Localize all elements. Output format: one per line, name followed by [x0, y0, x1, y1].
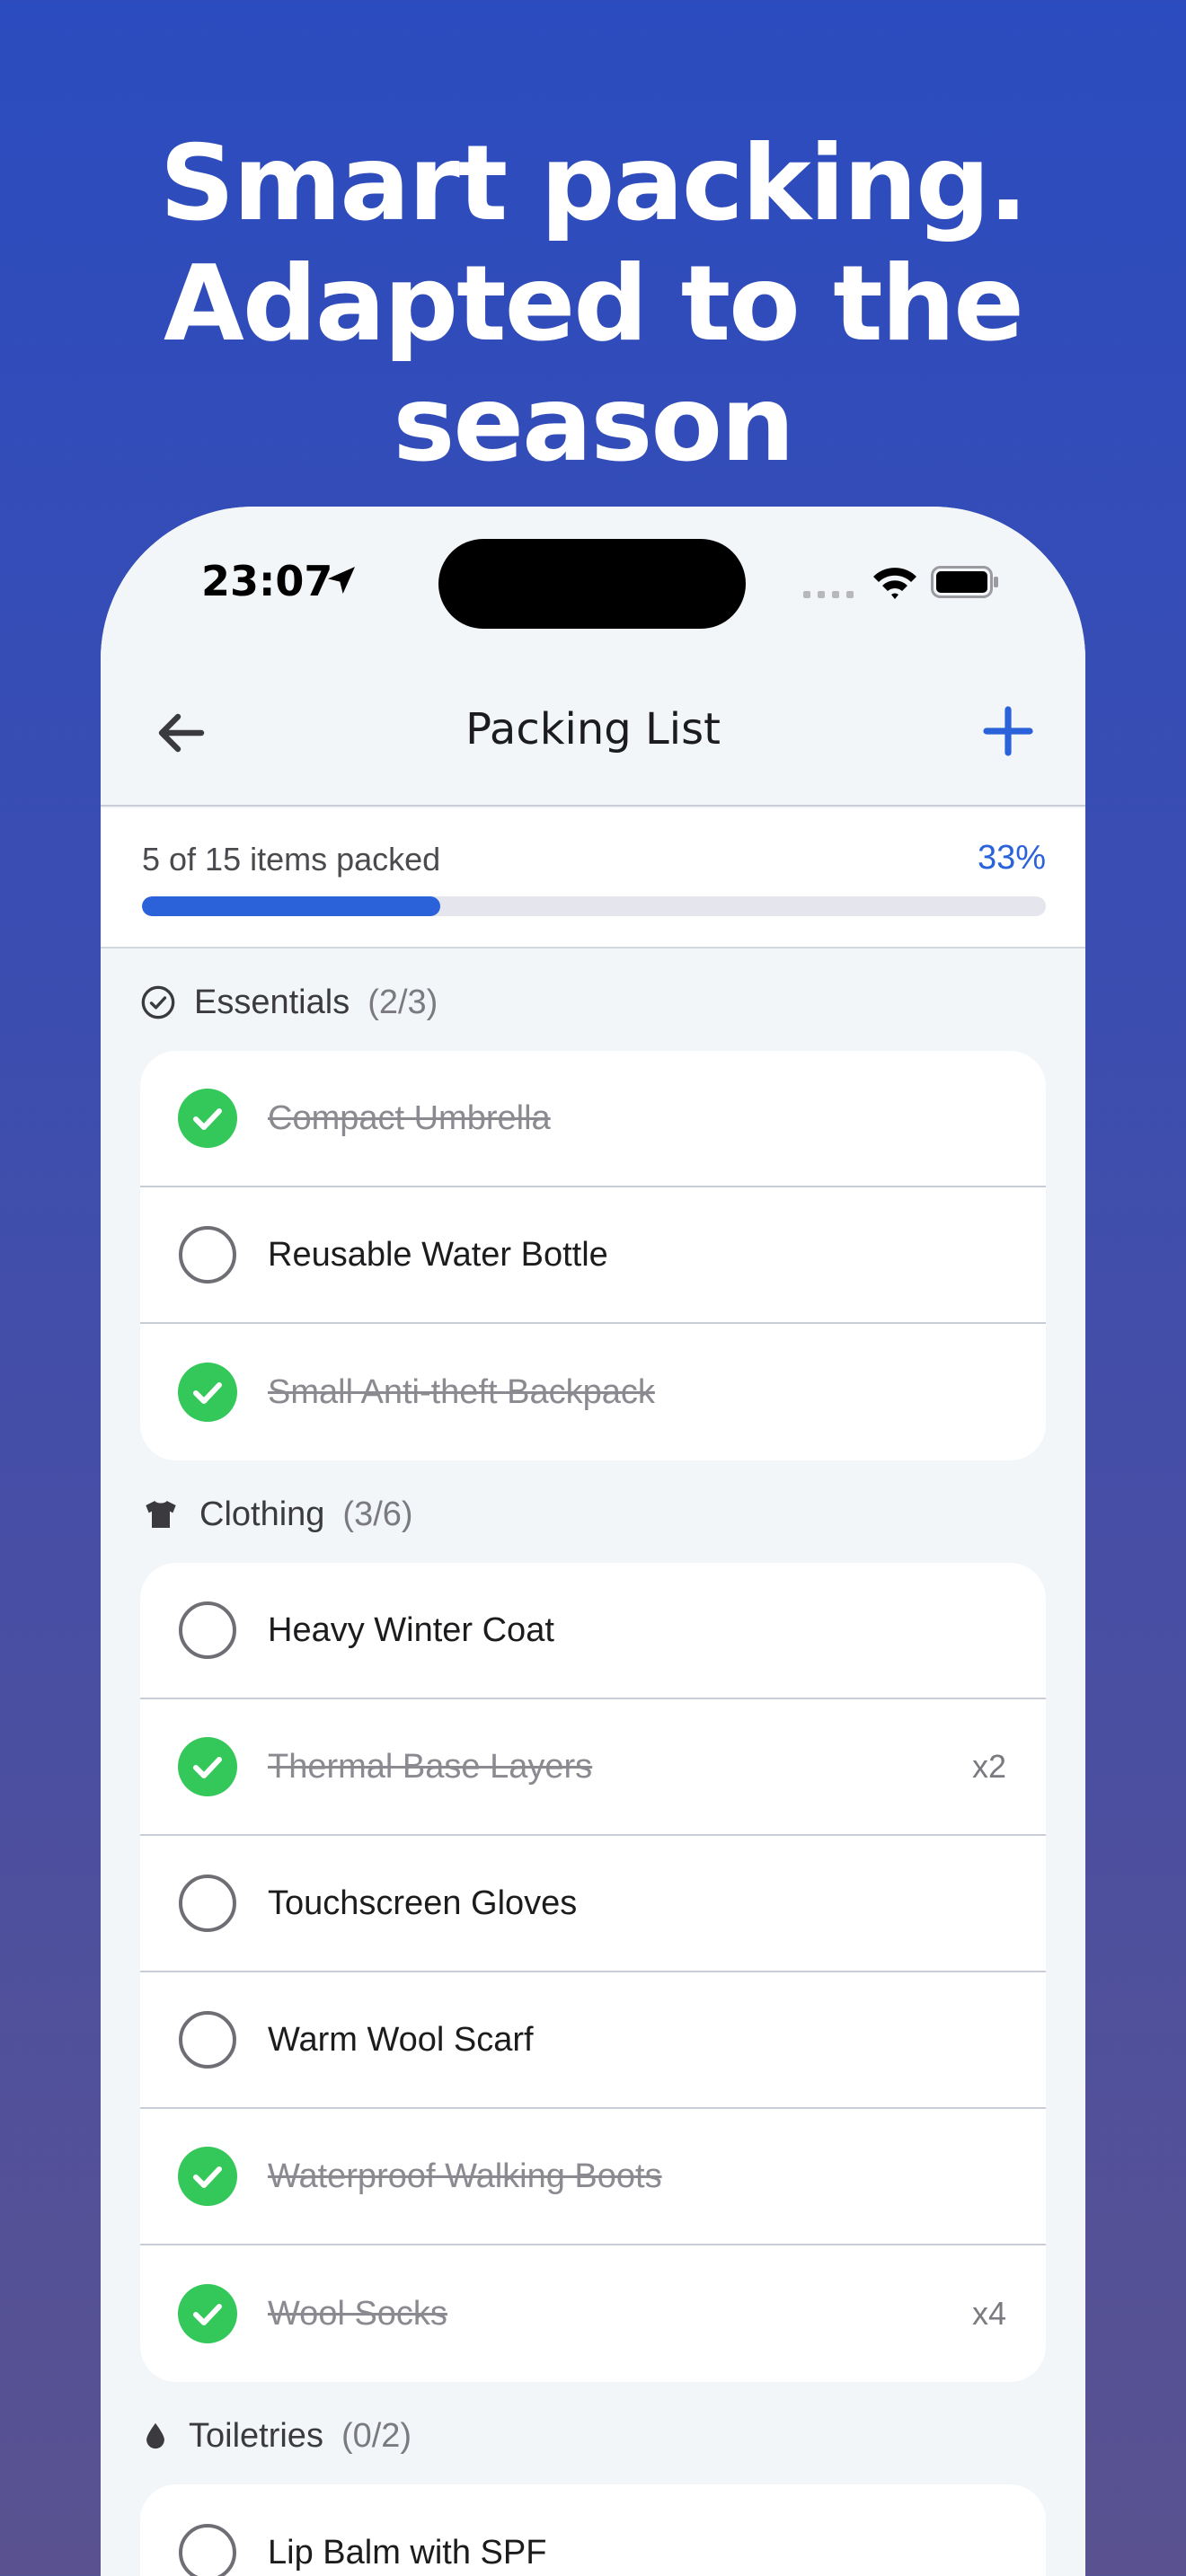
item-label: Small Anti-theft Backpack	[268, 1372, 655, 1411]
progress-summary: 5 of 15 items packed 33%	[101, 808, 1085, 948]
checked-checkbox-icon[interactable]	[178, 1737, 237, 1796]
item-label: Waterproof Walking Boots	[268, 2157, 662, 2195]
section-card-clothing: Heavy Winter Coat Thermal Base Layers x2…	[140, 1563, 1046, 2382]
item-label: Warm Wool Scarf	[268, 2020, 534, 2059]
marketing-headline: Smart packing. Adapted to the season	[0, 124, 1186, 485]
location-arrow-icon	[328, 567, 355, 594]
wifi-icon	[873, 568, 916, 599]
section-count: (2/3)	[367, 983, 438, 1021]
headline-line-2: Adapted to the	[164, 243, 1024, 365]
item-label: Thermal Base Layers	[268, 1747, 593, 1786]
checked-checkbox-icon[interactable]	[178, 1363, 237, 1422]
list-item[interactable]: Small Anti-theft Backpack	[140, 1324, 1046, 1460]
section-count: (3/6)	[342, 1495, 413, 1533]
list-item[interactable]: Lip Balm with SPF	[140, 2484, 1046, 2576]
progress-bar	[142, 896, 1046, 916]
unchecked-checkbox-icon[interactable]	[178, 1601, 237, 1660]
section-card-toiletries: Lip Balm with SPF	[140, 2484, 1046, 2576]
status-bar: 23:07	[101, 507, 1085, 659]
checked-checkbox-icon[interactable]	[178, 1089, 237, 1148]
section-header-essentials: Essentials (2/3)	[140, 975, 438, 1029]
checked-checkbox-icon[interactable]	[178, 2284, 237, 2343]
progress-percent: 33%	[977, 839, 1046, 877]
list-item[interactable]: Heavy Winter Coat	[140, 1563, 1046, 1699]
unchecked-checkbox-icon[interactable]	[178, 1874, 237, 1933]
add-item-button[interactable]	[979, 702, 1037, 760]
navigation-bar: Packing List	[101, 659, 1085, 807]
progress-bar-fill	[142, 896, 440, 916]
checked-checkbox-icon[interactable]	[178, 2147, 237, 2206]
item-quantity: x4	[971, 2295, 1006, 2332]
unchecked-checkbox-icon[interactable]	[178, 1225, 237, 1284]
item-label: Reusable Water Bottle	[268, 1235, 608, 1274]
page-title: Packing List	[465, 704, 721, 754]
list-item[interactable]: Reusable Water Bottle	[140, 1187, 1046, 1324]
list-item[interactable]: Waterproof Walking Boots	[140, 2109, 1046, 2245]
item-label: Lip Balm with SPF	[268, 2533, 547, 2572]
list-item[interactable]: Warm Wool Scarf	[140, 1972, 1046, 2109]
unchecked-checkbox-icon[interactable]	[178, 2523, 237, 2576]
list-item[interactable]: Thermal Base Layers x2	[140, 1699, 1046, 1836]
drop-icon	[146, 2422, 164, 2449]
list-item[interactable]: Wool Socks x4	[140, 2245, 1046, 2382]
headline-line-3: season	[393, 364, 794, 485]
unchecked-checkbox-icon[interactable]	[178, 2010, 237, 2069]
battery-icon	[931, 566, 998, 598]
item-label: Heavy Winter Coat	[268, 1610, 554, 1649]
progress-text: 5 of 15 items packed	[142, 841, 441, 878]
phone-frame: 23:07 Packing List 5 of 15 items packed …	[101, 507, 1085, 2576]
item-label: Touchscreen Gloves	[268, 1883, 578, 1922]
section-count: (0/2)	[341, 2416, 412, 2455]
dynamic-island	[438, 539, 746, 629]
item-label: Wool Socks	[268, 2294, 447, 2333]
tshirt-icon	[146, 1501, 176, 1528]
section-name: Essentials	[194, 983, 350, 1021]
signal-icon	[803, 591, 854, 598]
section-header-clothing: Clothing (3/6)	[140, 1487, 413, 1541]
section-header-toiletries: Toiletries (0/2)	[140, 2409, 412, 2463]
section-card-essentials: Compact Umbrella Reusable Water Bottle S…	[140, 1051, 1046, 1460]
item-quantity: x2	[971, 1748, 1006, 1785]
section-name: Toiletries	[189, 2416, 323, 2455]
headline-line-1: Smart packing.	[159, 123, 1028, 244]
list-item[interactable]: Touchscreen Gloves	[140, 1836, 1046, 1972]
status-time: 23:07	[201, 557, 333, 605]
item-label: Compact Umbrella	[268, 1098, 551, 1137]
section-name: Clothing	[199, 1495, 325, 1533]
check-circle-icon	[141, 985, 175, 1019]
list-item[interactable]: Compact Umbrella	[140, 1051, 1046, 1187]
